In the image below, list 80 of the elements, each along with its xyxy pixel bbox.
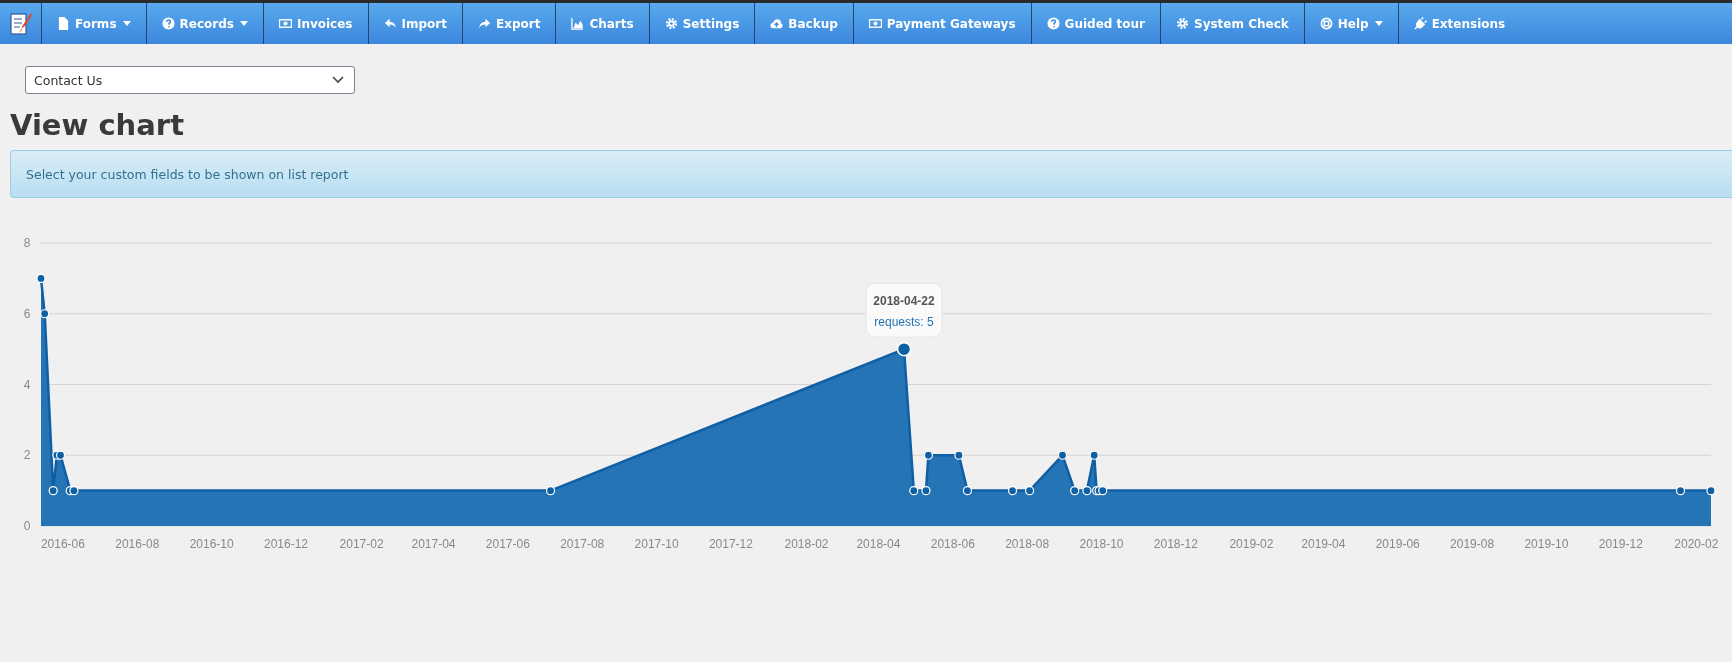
y-axis-label: 8: [23, 236, 31, 250]
x-axis-label: 2019-04: [1301, 537, 1346, 551]
x-axis-label: 2018-04: [856, 537, 901, 551]
x-axis-label: 2016-10: [189, 537, 234, 551]
data-point[interactable]: [954, 450, 964, 460]
nav-menu-item[interactable]: Invoices: [263, 3, 369, 44]
data-point[interactable]: [545, 486, 556, 496]
area-chart-icon: [571, 17, 585, 30]
x-axis-label: 2018-08: [1005, 537, 1050, 551]
y-axis-label: 0: [23, 519, 31, 533]
nav-menu-item[interactable]: Help: [1304, 3, 1399, 44]
data-point[interactable]: [69, 486, 79, 496]
form-select[interactable]: Contact Us: [25, 66, 355, 94]
file-icon: [57, 17, 70, 30]
data-point[interactable]: [909, 486, 919, 496]
share-arrow-icon: [478, 17, 491, 30]
data-point[interactable]: [40, 309, 50, 319]
question-circle-icon: [161, 17, 175, 30]
nav-menu-item[interactable]: Settings: [649, 3, 756, 44]
data-point[interactable]: [1098, 486, 1108, 496]
tooltip-date: 2018-04-22: [873, 294, 935, 309]
banknote-icon: [868, 17, 882, 30]
highlighted-point[interactable]: [896, 341, 912, 357]
nav-menu-item[interactable]: Records: [146, 3, 264, 44]
banknote-icon: [278, 17, 292, 30]
page-title: View chart: [10, 108, 185, 142]
x-axis-label: 2019-06: [1375, 537, 1420, 551]
nav-menu-item[interactable]: Guided tour: [1031, 3, 1161, 44]
data-point[interactable]: [962, 486, 972, 496]
x-axis-label: 2017-06: [485, 537, 530, 551]
y-axis-label: 4: [23, 377, 31, 392]
x-axis-label: 2018-02: [784, 537, 829, 551]
x-axis-label: 2019-12: [1598, 537, 1643, 551]
life-ring-icon: [1319, 17, 1333, 30]
chevron-down-icon: [332, 76, 344, 84]
data-point[interactable]: [1089, 450, 1099, 460]
y-axis-label: 6: [23, 306, 31, 321]
x-axis-label: 2017-02: [339, 537, 384, 551]
x-axis-label: 2019-10: [1524, 537, 1569, 551]
x-axis-label: 2016-06: [40, 537, 85, 551]
x-axis-label: 2017-10: [634, 537, 679, 551]
data-point[interactable]: [1057, 450, 1068, 460]
nav-menu-item[interactable]: System Check: [1161, 3, 1305, 44]
nav-menu-item[interactable]: Charts: [556, 3, 650, 44]
gear-icon: [1176, 17, 1189, 30]
x-axis-label: 2018-12: [1153, 537, 1198, 551]
info-alert: Select your custom fields to be shown on list report: [10, 150, 1732, 198]
x-axis-label: 2016-12: [264, 537, 309, 551]
data-point[interactable]: [1082, 486, 1092, 496]
nav-menu-item[interactable]: Forms: [42, 3, 147, 44]
nav-menu-item[interactable]: Extensions: [1398, 3, 1521, 44]
nav-menu-item[interactable]: Payment Gateways: [853, 3, 1032, 44]
nav-menu-item[interactable]: Export: [463, 3, 557, 44]
cloud-upload-icon: [770, 17, 784, 30]
gear-icon: [664, 17, 678, 30]
data-point[interactable]: [1025, 486, 1035, 496]
plug-icon: [1413, 17, 1427, 30]
x-axis-label: 2019-08: [1450, 537, 1495, 551]
x-axis-label: 2018-06: [930, 537, 975, 551]
data-point[interactable]: [1675, 486, 1686, 496]
data-point[interactable]: [1706, 486, 1716, 496]
data-point[interactable]: [921, 486, 931, 496]
data-point[interactable]: [1070, 486, 1080, 496]
tooltip-value: requests: 5: [874, 315, 934, 330]
data-point[interactable]: [48, 486, 58, 496]
x-axis-label: 2017-04: [411, 537, 456, 551]
y-axis-label: 2: [23, 448, 31, 463]
x-axis-label: 2018-10: [1079, 537, 1124, 551]
data-point[interactable]: [1007, 486, 1018, 496]
data-point[interactable]: [923, 450, 933, 460]
x-axis-label: 2017-12: [708, 537, 753, 551]
nav-menu-item[interactable]: Backup: [755, 3, 854, 44]
x-axis-label: 2017-08: [560, 537, 605, 551]
x-axis-label: 2020-02: [1674, 537, 1719, 551]
reply-arrow-icon: [383, 17, 397, 30]
question-circle-icon: [1046, 17, 1060, 30]
nav-menu-item[interactable]: Import: [368, 3, 463, 44]
data-point[interactable]: [36, 273, 46, 283]
x-axis-label: 2019-02: [1229, 537, 1274, 551]
x-axis-label: 2016-08: [115, 537, 160, 551]
